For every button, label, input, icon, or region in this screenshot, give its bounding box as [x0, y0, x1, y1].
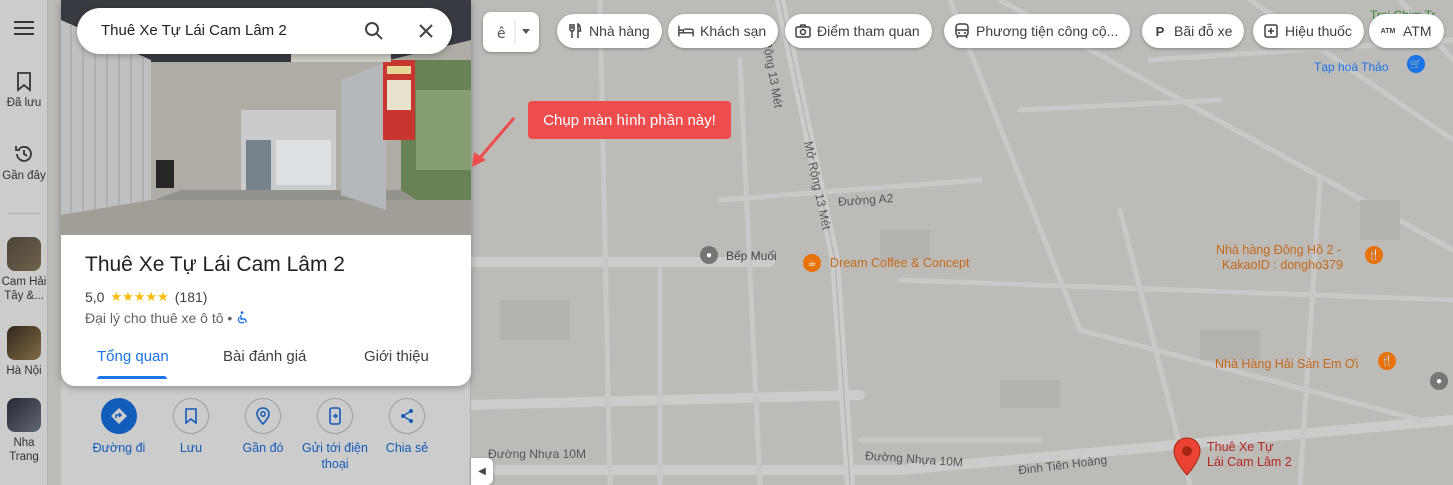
chip-hotels[interactable]: Khách sạn	[668, 14, 779, 48]
chip-label: Phương tiện công cộ...	[976, 23, 1119, 39]
pharmacy-icon	[1263, 23, 1279, 39]
chip-label: Bãi đỗ xe	[1174, 23, 1233, 39]
search-icon	[365, 22, 383, 40]
tab-overview[interactable]: Tổng quan	[97, 348, 169, 365]
rating-value: 5,0	[85, 289, 105, 305]
rail-dim	[0, 0, 48, 485]
active-tab-indicator	[97, 376, 167, 379]
chip-label: Hiệu thuốc	[1285, 23, 1352, 39]
map-pin-icon-right[interactable]: ●	[1430, 372, 1448, 390]
category-separator: •	[227, 310, 233, 326]
poi-hai-san[interactable]: Nhà Hàng Hải Sản Em Ơi	[1215, 357, 1358, 371]
callout-annotation: Chụp màn hình phần này!	[528, 101, 731, 139]
marker-label-line-2[interactable]: Lái Cam Lâm 2	[1207, 455, 1292, 470]
category-row: Đại lý cho thuê xe ô tô •	[85, 310, 248, 326]
search-box[interactable]: Thuê Xe Tự Lái Cam Lâm 2	[77, 8, 452, 54]
search-input[interactable]: Thuê Xe Tự Lái Cam Lâm 2	[101, 22, 287, 39]
callout-arrow-icon	[472, 117, 516, 167]
camera-icon	[795, 23, 811, 39]
wheelchair-icon	[237, 311, 248, 324]
atm-icon: ATM	[1380, 27, 1396, 35]
chip-attractions[interactable]: Điểm tham quan	[785, 14, 932, 48]
poi-dong-ho-line-1[interactable]: Nhà hàng Đông Hồ 2 -	[1216, 243, 1341, 257]
rating-row: 5,0 ★★★★★ (181)	[85, 289, 207, 305]
chip-restaurants[interactable]: Nhà hàng	[557, 14, 662, 48]
chevron-left-icon: ◀	[478, 466, 486, 477]
tab-reviews[interactable]: Bài đánh giá	[223, 348, 306, 365]
poi-bep-muoi[interactable]: Bếp Muối	[726, 249, 777, 263]
hotel-icon	[678, 23, 694, 39]
collapse-panel-button[interactable]: ◀	[471, 458, 493, 485]
layers-dropdown[interactable]: ê	[483, 12, 539, 52]
poi-dong-ho-line-2[interactable]: KakaoID : dongho379	[1222, 258, 1343, 272]
panel-dim	[61, 380, 471, 485]
place-title: Thuê Xe Tự Lái Cam Lâm 2	[85, 253, 345, 276]
poi-dream-coffee[interactable]: Dream Coffee & Concept	[830, 256, 969, 270]
close-icon	[419, 24, 433, 38]
actions-panel: Đường đi Lưu Gần đó Gửi tới điện thoại C…	[61, 380, 471, 485]
road-label-nhua-1: Đường Nhựa 10M	[488, 447, 586, 461]
restaurant-pin-icon-2[interactable]: 🍴	[1378, 352, 1396, 370]
chip-atm[interactable]: ATM ATM	[1369, 14, 1444, 48]
svg-text:ê: ê	[497, 26, 506, 42]
restaurant-pin-icon[interactable]: 🍴	[1365, 246, 1383, 264]
chip-label: Khách sạn	[700, 23, 767, 39]
marker-label-line-1[interactable]: Thuê Xe Tự	[1207, 440, 1274, 455]
chip-label: Điểm tham quan	[817, 23, 920, 39]
chip-pharmacy[interactable]: Hiệu thuốc	[1253, 14, 1364, 48]
chip-label: Nhà hàng	[589, 23, 650, 39]
transit-icon	[954, 23, 970, 39]
chip-transit[interactable]: Phương tiện công cộ...	[944, 14, 1131, 48]
map-type-icon: ê	[497, 20, 530, 44]
bep-muoi-pin-icon[interactable]: ●	[700, 246, 718, 264]
tab-about[interactable]: Giới thiệu	[364, 348, 429, 365]
shop-pin-icon[interactable]: 🛒	[1407, 55, 1425, 73]
chip-label: ATM	[1403, 23, 1432, 39]
place-card: Thuê Xe Tự Lái Cam Lâm 2 Thuê Xe Tự Lái …	[61, 0, 471, 386]
poi-tap-hoa[interactable]: Tạp hoá Thảo	[1314, 60, 1389, 74]
place-category[interactable]: Đại lý cho thuê xe ô tô	[85, 310, 224, 326]
star-rating: ★★★★★	[110, 289, 169, 304]
review-count[interactable]: (181)	[175, 289, 208, 305]
coffee-pin-icon[interactable]: ☕	[803, 254, 821, 272]
left-rail: Đã lưu Gần đây Cam Hải Tây &... Hà Nội N…	[0, 0, 48, 485]
restaurant-icon	[567, 23, 583, 39]
search-button[interactable]	[361, 18, 387, 44]
clear-search-button[interactable]	[413, 18, 439, 44]
parking-icon: P	[1155, 23, 1165, 39]
map-pin-icon	[1173, 437, 1201, 476]
chip-parking[interactable]: P Bãi đỗ xe	[1142, 14, 1245, 48]
